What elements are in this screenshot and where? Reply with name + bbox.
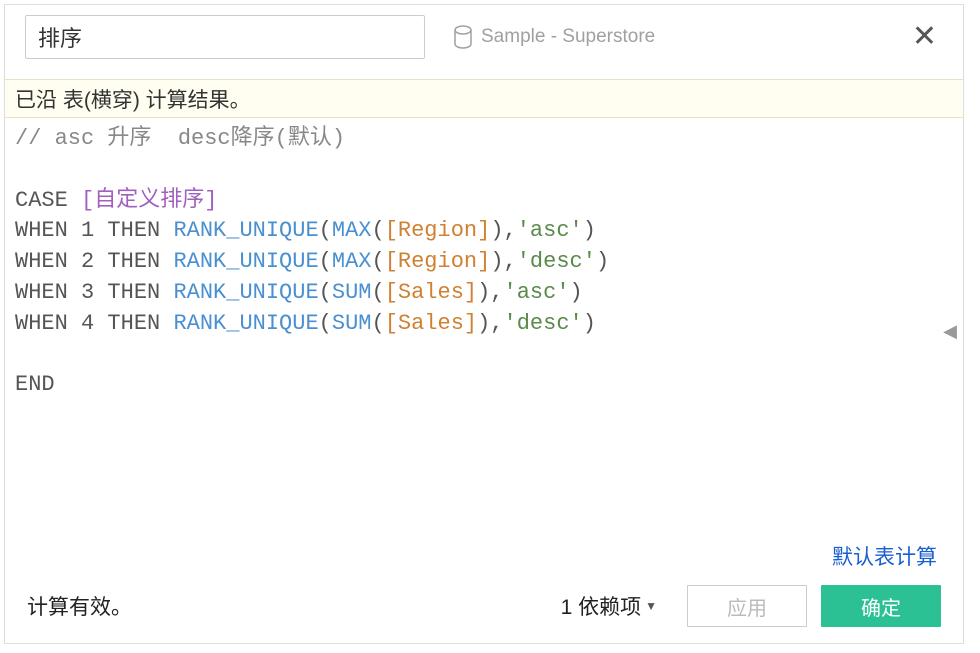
order-string: 'asc'	[517, 218, 583, 243]
calc-editor-dialog: Sample - Superstore ✕ 已沿 表(横穿) 计算结果。 // …	[4, 4, 964, 644]
when-value: 1	[81, 218, 94, 243]
func-name: RANK_UNIQUE	[173, 311, 318, 336]
default-table-calc-link[interactable]: 默认表计算	[832, 546, 937, 569]
dependencies-dropdown[interactable]: 1 依赖项 ▼	[561, 591, 657, 621]
expand-arrow-icon[interactable]: ◀	[943, 321, 957, 342]
when-value: 3	[81, 280, 94, 305]
case-keyword: CASE	[15, 188, 68, 213]
then-kw: THEN	[107, 249, 160, 274]
formula-editor[interactable]: // asc 升序 desc降序(默认) CASE [自定义排序] WHEN 1…	[5, 118, 963, 537]
when-value: 2	[81, 249, 94, 274]
dialog-header: Sample - Superstore ✕	[5, 5, 963, 79]
compute-banner: 已沿 表(横穿) 计算结果。	[5, 79, 963, 118]
then-kw: THEN	[107, 280, 160, 305]
func-name: RANK_UNIQUE	[173, 280, 318, 305]
order-string: 'asc'	[504, 280, 570, 305]
order-string: 'desc'	[504, 311, 583, 336]
then-kw: THEN	[107, 311, 160, 336]
func-name: RANK_UNIQUE	[173, 218, 318, 243]
order-string: 'desc'	[517, 249, 596, 274]
deps-label: 1 依赖项	[561, 591, 642, 621]
param-field: [Sales]	[385, 311, 477, 336]
agg-name: SUM	[332, 311, 372, 336]
agg-name: SUM	[332, 280, 372, 305]
datasource-label: Sample - Superstore	[453, 25, 878, 49]
chevron-down-icon: ▼	[645, 599, 657, 613]
database-icon	[453, 25, 473, 49]
when-kw: WHEN	[15, 218, 68, 243]
agg-name: MAX	[332, 249, 372, 274]
end-keyword: END	[15, 372, 55, 397]
when-kw: WHEN	[15, 249, 68, 274]
datasource-name: Sample - Superstore	[481, 26, 655, 48]
param-field: [Region]	[385, 218, 491, 243]
param-field: [Region]	[385, 249, 491, 274]
apply-button[interactable]: 应用	[687, 585, 807, 627]
when-kw: WHEN	[15, 311, 68, 336]
param-field: [Sales]	[385, 280, 477, 305]
when-value: 4	[81, 311, 94, 336]
link-row: 默认表计算	[5, 537, 963, 575]
close-button[interactable]: ✕	[906, 22, 943, 52]
agg-name: MAX	[332, 218, 372, 243]
then-kw: THEN	[107, 218, 160, 243]
func-name: RANK_UNIQUE	[173, 249, 318, 274]
calc-name-input[interactable]	[25, 15, 425, 59]
ok-button[interactable]: 确定	[821, 585, 941, 627]
status-text: 计算有效。	[27, 591, 547, 621]
code-comment: // asc 升序 desc降序(默认)	[15, 126, 345, 151]
dialog-footer: 计算有效。 1 依赖项 ▼ 应用 确定	[5, 575, 963, 643]
field-ref: [自定义排序]	[81, 188, 217, 213]
when-kw: WHEN	[15, 280, 68, 305]
